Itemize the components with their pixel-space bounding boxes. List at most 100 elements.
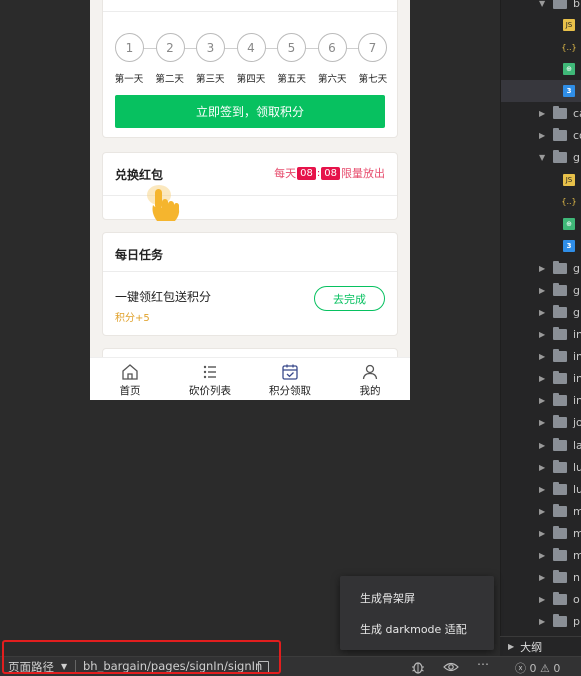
tab-mine[interactable]: 我的 (330, 358, 410, 400)
tree-row[interactable]: {..} (501, 36, 581, 58)
phone-simulator: 1 2 3 4 5 6 7 第一天 第二天 第三天 第四天 第五天 第六天 第七… (90, 0, 410, 400)
tree-row[interactable]: ▶ lu (501, 456, 581, 478)
folder-icon (553, 304, 567, 318)
tab-points-label: 积分领取 (269, 385, 311, 397)
folder-icon (553, 415, 567, 429)
chevron-right-icon: ▶ (508, 642, 515, 651)
tree-row[interactable]: ▶m (501, 500, 581, 522)
chevron-right-icon[interactable]: ▶ (539, 308, 545, 317)
tab-bar: 首页 砍价列表 积分领取 我的 (90, 357, 410, 400)
tree-row[interactable]: ⊕ (501, 213, 581, 235)
tree-row[interactable]: ▼ g (501, 147, 581, 169)
chevron-right-icon[interactable]: ▶ (539, 485, 545, 494)
chevron-right-icon[interactable]: ▶ (539, 109, 545, 118)
folder-name: jo (573, 416, 581, 430)
task-name: 一键领红包送积分 (115, 290, 212, 304)
chevron-right-icon[interactable]: ▶ (539, 374, 545, 383)
chevron-right-icon[interactable]: ▶ (539, 529, 545, 538)
tab-points[interactable]: 积分领取 (250, 358, 330, 400)
folder-name: o (573, 593, 580, 607)
timer-hour: 08 (297, 166, 316, 180)
tree-row[interactable]: ▶ g (501, 279, 581, 301)
outline-panel-header[interactable]: ▶ 大纲 (500, 636, 581, 656)
chevron-right-icon[interactable]: ▶ (539, 286, 545, 295)
generate-skeleton-item[interactable]: 生成骨架屏 (360, 590, 415, 606)
tree-row[interactable]: ▶ g (501, 257, 581, 279)
tree-row[interactable]: ▶ in (501, 368, 581, 390)
tree-row[interactable]: ▶m (501, 545, 581, 567)
folder-icon (553, 481, 567, 495)
redeem-card: 兑换红包 每天 08 : 08 限量放出 (102, 152, 398, 221)
tree-row[interactable]: ▼ b (501, 0, 581, 14)
json-file-icon: {..} (561, 197, 577, 207)
generate-darkmode-item[interactable]: 生成 darkmode 适配 (360, 621, 467, 637)
chevron-right-icon[interactable]: ▶ (539, 330, 545, 339)
folder-icon (553, 525, 567, 539)
folder-icon (553, 260, 567, 274)
tree-row[interactable]: 3 (501, 80, 581, 103)
chevron-down-icon[interactable]: ▼ (539, 153, 545, 162)
tree-row[interactable]: ▶ ca (501, 103, 581, 125)
folder-icon (553, 150, 567, 164)
chevron-right-icon[interactable]: ▶ (539, 418, 545, 427)
tree-row[interactable]: ▶ in (501, 324, 581, 346)
timer-prefix: 每天 (274, 167, 297, 180)
folder-name: g (573, 261, 580, 275)
tree-row[interactable]: ▶ in (501, 390, 581, 412)
chevron-right-icon[interactable]: ▶ (539, 617, 545, 626)
problem-counts[interactable]: ⓧ 0 ⚠ 0 (515, 660, 560, 676)
folder-name: lu (573, 460, 581, 474)
folder-icon (553, 128, 567, 142)
folder-name: la (573, 438, 581, 452)
tab-home[interactable]: 首页 (90, 358, 170, 400)
chevron-right-icon[interactable]: ▶ (539, 463, 545, 472)
signin-button[interactable]: 立即签到，领取积分 (115, 95, 385, 128)
chevron-right-icon[interactable]: ▶ (539, 507, 545, 516)
chevron-right-icon[interactable]: ▶ (539, 131, 545, 140)
tree-row[interactable]: 3 (501, 235, 581, 257)
more-icon[interactable]: ⋯ (477, 657, 489, 671)
folder-name: in (573, 328, 581, 341)
folder-name: m (573, 549, 581, 562)
chevron-right-icon[interactable]: ▶ (539, 551, 545, 560)
folder-name: g (573, 151, 580, 165)
chevron-right-icon[interactable]: ▶ (539, 352, 545, 361)
bug-icon[interactable] (410, 659, 426, 675)
file-tree: ▼bJS{..}⊕3▶ca▶co▼gJS{..}⊕3▶g▶g▶g▶in▶in▶i… (500, 0, 581, 636)
tree-row[interactable]: {..} (501, 191, 581, 213)
chevron-right-icon[interactable]: ▶ (539, 441, 545, 450)
tree-row[interactable]: ▶ co (501, 125, 581, 147)
error-count: 0 (529, 662, 537, 675)
folder-name: in (573, 394, 581, 408)
folder-icon (553, 437, 567, 451)
tab-bargain-list[interactable]: 砍价列表 (170, 358, 250, 400)
context-popup: 生成骨架屏 生成 darkmode 适配 (340, 576, 494, 650)
tree-row[interactable]: ▶ n (501, 567, 581, 589)
tree-row[interactable]: ▶ jo (501, 412, 581, 434)
tree-row[interactable]: ▶ o (501, 589, 581, 611)
tree-row[interactable]: ▶ in (501, 346, 581, 368)
outline-label: 大纲 (520, 640, 543, 654)
tree-row[interactable]: ▶ la (501, 434, 581, 456)
tree-row[interactable]: JS (501, 14, 581, 36)
folder-name: ca (573, 107, 581, 120)
tree-row[interactable]: ▶m (501, 522, 581, 544)
task-complete-button[interactable]: 去完成 (314, 286, 385, 311)
day-circle-5: 5 (277, 33, 306, 62)
chevron-right-icon[interactable]: ▶ (539, 573, 545, 582)
css-file-icon: 3 (563, 240, 575, 253)
tree-row[interactable]: ⊕ (501, 58, 581, 80)
tree-row[interactable]: JS (501, 169, 581, 191)
tree-row[interactable]: ▶ lu (501, 478, 581, 500)
json-file-icon: {..} (561, 42, 577, 52)
tree-row[interactable]: ▶ g (501, 301, 581, 323)
chevron-right-icon[interactable]: ▶ (539, 396, 545, 405)
chevron-down-icon[interactable]: ▼ (539, 0, 545, 8)
vue-file-icon: ⊕ (563, 63, 575, 76)
day-circle-7: 7 (358, 33, 387, 62)
eye-icon[interactable] (443, 660, 459, 674)
chevron-right-icon[interactable]: ▶ (539, 264, 545, 273)
tree-row[interactable]: ▶ p (501, 611, 581, 633)
timer-minute: 08 (321, 166, 340, 180)
chevron-right-icon[interactable]: ▶ (539, 595, 545, 604)
